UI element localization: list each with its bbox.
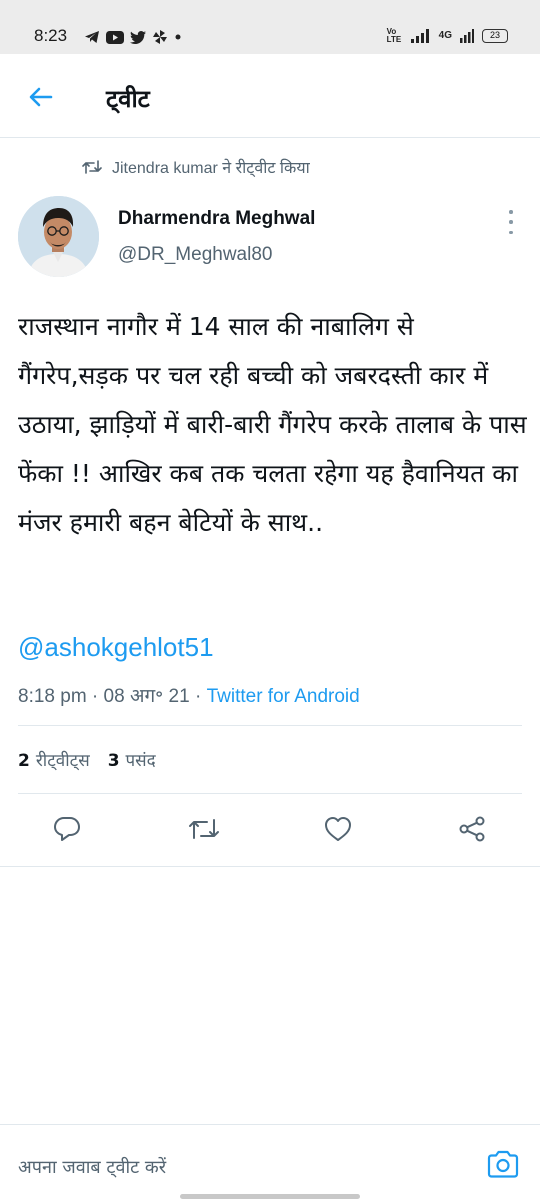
meta-separator: · (86, 686, 104, 707)
profile-photo (18, 196, 99, 277)
retweeted-by[interactable]: Jitendra kumar ने रीट्वीट किया (82, 156, 310, 178)
camera-icon (487, 1150, 519, 1178)
battery-icon: 23 (482, 29, 508, 43)
reply-button[interactable] (52, 814, 82, 844)
likes-stat[interactable]: 3 पसंद (108, 748, 156, 771)
tweet-meta: 8:18 pm · 08 अग॰ 21 · Twitter for Androi… (18, 682, 360, 708)
reply-icon (54, 817, 80, 841)
retweets-label: रीट्वीट्स (35, 751, 90, 771)
retweets-stat[interactable]: 2 रीट्वीट्स (18, 748, 90, 771)
retweets-count: 2 (18, 751, 30, 771)
status-time: 8:23 (34, 26, 68, 45)
tweet-actions (0, 806, 540, 854)
telegram-icon (85, 31, 99, 43)
more-options-button[interactable] (506, 210, 516, 234)
divider (0, 866, 540, 867)
retweeted-by-label: Jitendra kumar ने रीट्वीट किया (112, 160, 310, 177)
twitter-icon (130, 30, 146, 44)
page-title: ट्वीट (106, 85, 150, 113)
more-dot-icon (509, 220, 513, 224)
back-arrow-icon (29, 87, 53, 107)
back-button[interactable] (24, 80, 58, 114)
more-dot-icon (509, 210, 513, 214)
signal-icon (410, 29, 429, 43)
dot-icon (175, 34, 181, 40)
status-bar: 8:23 Vo LTE 4G 23 (0, 0, 540, 54)
meta-separator: · (189, 686, 207, 707)
retweet-button[interactable] (188, 814, 219, 844)
tweet-source-link[interactable]: Twitter for Android (207, 686, 360, 707)
home-indicator[interactable] (180, 1194, 360, 1199)
likes-count: 3 (107, 751, 120, 771)
heart-icon (325, 817, 351, 841)
retweet-icon (189, 819, 219, 839)
author-name[interactable]: Dharmendra Meghwal (118, 208, 315, 230)
share-icon (459, 816, 485, 842)
author-handle[interactable]: @DR_Meghwal80 (118, 244, 272, 266)
page-header: ट्वीट (0, 54, 540, 138)
divider (18, 793, 522, 794)
tweet-stats: 2 रीट्वीट्स 3 पसंद (18, 748, 156, 771)
mention-link[interactable]: @ashokgehlot51 (18, 632, 214, 663)
youtube-icon (106, 30, 124, 44)
avatar[interactable] (18, 196, 99, 277)
tweet-time: 8:18 pm (18, 686, 87, 707)
retweet-icon (82, 160, 102, 174)
share-button[interactable] (457, 814, 487, 844)
divider (18, 725, 522, 726)
camera-button[interactable] (486, 1149, 520, 1179)
signal-icon-2 (460, 29, 474, 43)
reply-bar: अपना जवाब ट्वीट करें (0, 1124, 540, 1200)
tweet-date: 08 अग॰ 21 (103, 686, 190, 707)
likes-label: पसंद (125, 751, 156, 771)
system-indicators: Vo LTE 4G 23 (387, 28, 508, 44)
tweet-text: राजस्थान नागौर में 14 साल की नाबालिग से … (18, 312, 527, 537)
more-dot-icon (509, 230, 513, 234)
volte-label: Vo LTE (386, 27, 402, 44)
notification-icons (84, 29, 182, 45)
network-type-label: 4G (438, 30, 452, 41)
pinwheel-icon (153, 30, 167, 44)
like-button[interactable] (323, 814, 353, 844)
reply-input[interactable]: अपना जवाब ट्वीट करें (18, 1155, 166, 1179)
